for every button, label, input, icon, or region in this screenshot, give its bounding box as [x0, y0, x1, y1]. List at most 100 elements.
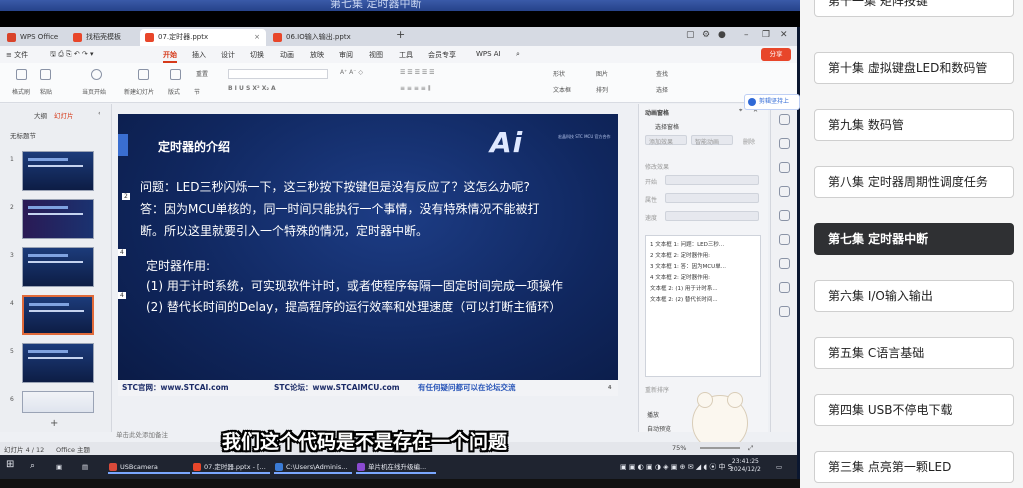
format-painter-icon[interactable]	[16, 69, 27, 80]
ribbon-label[interactable]: 文本框	[553, 85, 571, 94]
property-select[interactable]	[665, 193, 759, 203]
episode-item[interactable]: 第四集 USB不停电下载	[814, 394, 1014, 426]
speed-select[interactable]	[665, 211, 759, 221]
toolbar-icon[interactable]	[779, 114, 790, 125]
toolbar-icon[interactable]	[779, 234, 790, 245]
maximize-icon[interactable]: ❐	[762, 30, 770, 40]
anim-item[interactable]: 3 文本框 1: 答：因为MCU单...	[650, 262, 726, 270]
anim-item[interactable]: 2 文本框 2: 定时器作用:	[650, 251, 710, 259]
slide-canvas[interactable]: 定时器的介绍 Ai 宏晶科技 STC MCU 官方合作 问题：LED三秒闪烁一下…	[118, 114, 618, 396]
episode-item[interactable]: 第六集 I/O输入输出	[814, 280, 1014, 312]
theme-name[interactable]: Office 主题	[56, 444, 90, 454]
start-select[interactable]	[665, 175, 759, 185]
menu-animation[interactable]: 动画	[280, 50, 294, 60]
menu-file[interactable]: ≡ 文件	[6, 50, 28, 60]
episode-item[interactable]: 第三集 点亮第一颗LED	[814, 451, 1014, 483]
toolbar-icon[interactable]	[779, 210, 790, 221]
system-clock[interactable]: 23:41:25 2024/12/2	[730, 458, 761, 474]
section-label[interactable]: 无标题节	[10, 130, 36, 140]
taskbar-app-usbcamera[interactable]: USBcamera	[108, 460, 190, 474]
slide-thumbnail[interactable]	[22, 199, 94, 239]
slide-thumbnail-selected[interactable]	[22, 295, 94, 335]
menu-insert[interactable]: 插入	[192, 50, 206, 60]
slide-thumbnail[interactable]	[22, 247, 94, 287]
star-icon[interactable]	[779, 162, 790, 173]
search-icon[interactable]: ⌕	[516, 50, 520, 59]
menu-transition[interactable]: 切换	[250, 50, 264, 60]
pin-icon[interactable]: ⌖	[739, 107, 742, 115]
folder-icon[interactable]: ▤	[82, 460, 88, 474]
play-icon[interactable]	[91, 69, 102, 80]
settings-icon[interactable]: ⚙	[702, 30, 710, 40]
toolbar-icon[interactable]	[779, 138, 790, 149]
play-button[interactable]: 播放	[647, 410, 659, 419]
taskbar-app-isp[interactable]: 单片机在线升级编...	[356, 460, 436, 474]
anim-item[interactable]: 1 文本框 1: 问题：LED三秒...	[650, 240, 724, 248]
close-icon[interactable]: ×	[254, 29, 260, 46]
tray-icons[interactable]: ▣ ▣ ◐ ▣ ◑ ◈ ▣ ⊕ ✉ ◢ ◖ ⦿ 中 S	[620, 460, 732, 474]
window-layout-icon[interactable]: ▢	[686, 30, 695, 40]
close-window-icon[interactable]: ✕	[780, 30, 788, 40]
layout-icon[interactable]	[170, 69, 181, 80]
anim-marker[interactable]: 2	[122, 193, 130, 200]
ribbon-label[interactable]: 节	[194, 87, 200, 96]
font-style-buttons[interactable]: B I U S X² X₂ A	[228, 85, 276, 92]
notes-placeholder[interactable]: 单击此处添加备注	[116, 429, 168, 439]
font-size-buttons[interactable]: A⁺ A⁻ ◇	[340, 69, 363, 76]
minimize-icon[interactable]: –	[744, 30, 749, 40]
share-button[interactable]: 分享	[761, 48, 791, 61]
anim-marker[interactable]: 4	[118, 292, 126, 299]
toolbar-icon[interactable]	[779, 306, 790, 317]
autopreview-checkbox[interactable]: 自动预览	[647, 424, 671, 433]
app-icon[interactable]: ▣	[56, 460, 62, 474]
menu-design[interactable]: 设计	[221, 50, 235, 60]
anim-item[interactable]: 文本框 2: (1) 用于计时系...	[650, 284, 718, 292]
tab-wps-office[interactable]: WPS Office	[2, 29, 62, 46]
align-buttons[interactable]: ≡ ≡ ≡ ≡ ⫼	[400, 85, 431, 93]
episode-item[interactable]: 第五集 C语言基础	[814, 337, 1014, 369]
episode-item[interactable]: 第九集 数码管	[814, 109, 1014, 141]
tab-slides[interactable]: 幻灯片	[54, 110, 74, 120]
fit-icon[interactable]: ⤢	[748, 444, 753, 453]
ribbon-label[interactable]: 选择	[656, 85, 668, 94]
anim-item[interactable]: 4 文本框 2: 定时器作用:	[650, 273, 710, 281]
menu-member[interactable]: 会员专享	[428, 50, 456, 60]
tab-templates[interactable]: 找稻壳模板	[68, 29, 134, 46]
episode-item[interactable]: 第八集 定时器周期性调度任务	[814, 166, 1014, 198]
paragraph-buttons[interactable]: ☰ ☰ ☰ ☰ ☰	[400, 69, 435, 76]
search-icon[interactable]: ⌕	[30, 459, 35, 473]
menu-slideshow[interactable]: 放映	[310, 50, 324, 60]
slide-thumbnail[interactable]	[22, 391, 94, 413]
menu-tools[interactable]: 工具	[399, 50, 413, 60]
anim-item[interactable]: 文本框 2: (2) 替代长时间...	[650, 295, 718, 303]
ribbon-label[interactable]: 排列	[596, 85, 608, 94]
anim-marker[interactable]: 4	[118, 249, 126, 256]
help-icon[interactable]	[779, 282, 790, 293]
collapse-icon[interactable]: ‹	[98, 109, 101, 117]
slide-thumbnail[interactable]	[22, 343, 94, 383]
tab-pptx-06[interactable]: 06.IO输入输出.pptx	[268, 29, 388, 46]
toolbar-icon[interactable]	[779, 186, 790, 197]
start-icon[interactable]: ⊞	[6, 458, 14, 472]
episode-item[interactable]: 第十集 虚拟键盘LED和数码管	[814, 52, 1014, 84]
font-select[interactable]	[228, 69, 328, 79]
new-tab-button[interactable]: +	[396, 28, 405, 41]
slide-thumbnail[interactable]	[22, 151, 94, 191]
delete-button[interactable]: 删除	[743, 137, 755, 146]
zoom-level[interactable]: 75%	[672, 444, 686, 452]
episode-item-active[interactable]: 第七集 定时器中断	[814, 223, 1014, 255]
taskbar-app-wps[interactable]: 07.定时器.pptx - [...	[192, 460, 270, 474]
notification-icon[interactable]: ▭	[776, 460, 782, 474]
tab-pptx-07[interactable]: 07.定时器.pptx ×	[140, 29, 266, 46]
ribbon-label[interactable]: 形状	[553, 69, 565, 78]
paste-icon[interactable]	[40, 69, 51, 80]
quick-access-icons[interactable]: 🖫 ⎙ ⎘ ↶ ↷ ▾	[50, 50, 94, 61]
ribbon-label[interactable]: 重置	[196, 69, 208, 78]
zoom-slider[interactable]	[700, 447, 740, 449]
clip-badge[interactable]: 剪辑坚持上	[744, 94, 800, 110]
avatar[interactable]: ●	[718, 30, 726, 40]
taskbar-app-terminal[interactable]: C:\Users\Adminis...	[274, 460, 352, 474]
menu-review[interactable]: 审阅	[339, 50, 353, 60]
episode-item[interactable]: 第十一集 矩阵按键	[814, 0, 1014, 17]
select-pane-link[interactable]: 选择窗格	[655, 122, 679, 131]
